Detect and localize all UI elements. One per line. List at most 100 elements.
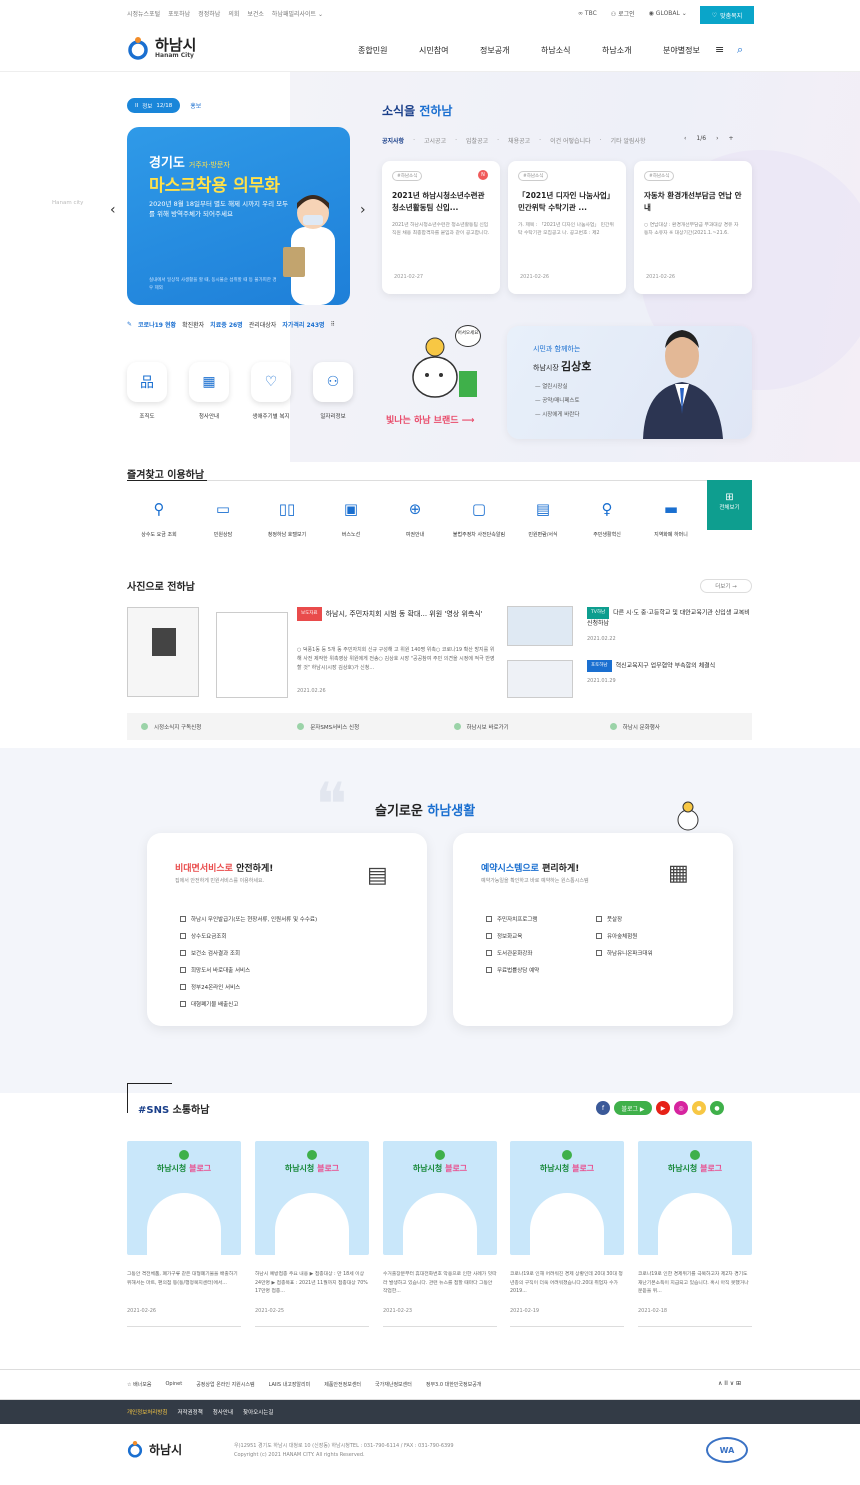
tbc-link[interactable]: ∞ TBC [578, 10, 597, 17]
util-link[interactable]: 정정하남 [198, 9, 220, 18]
reserve-item[interactable]: 도서관문화강좌 [486, 949, 539, 957]
view-all-button[interactable]: ⊞ 전체보기 [707, 480, 752, 530]
menu-item[interactable]: 하남소식 [541, 45, 602, 56]
tab-other[interactable]: 기타 알림사항 [611, 136, 646, 145]
tab-recruit[interactable]: 채용공고 [508, 136, 530, 145]
sns-post[interactable]: 하남시청 블로그 하남시 예방접종 주요 내용 ▶ 접종대상 : 만 18세 이… [255, 1141, 369, 1327]
map-pin-icon[interactable]: ● [710, 1101, 724, 1115]
service-item[interactable]: 보건소 검사결과 조회 [180, 949, 317, 957]
banner-link[interactable]: Opinet [165, 1381, 182, 1388]
search-icon[interactable]: ⌕ [737, 43, 743, 57]
grid-icon[interactable]: ⠿ [331, 321, 335, 328]
sns-post[interactable]: 하남시청 블로그 코로나19로 인한 경제위기를 극복하고자 제2차 경기도 재… [638, 1141, 752, 1327]
photo-thumb-main[interactable] [127, 607, 199, 697]
web-accessibility-mark[interactable]: WA [706, 1437, 748, 1463]
mayor-link[interactable]: — 시장에게 바란다 [535, 410, 580, 418]
util-link[interactable]: 포토하남 [168, 9, 190, 18]
banner-link[interactable]: 정부3.0 대한민국정보공개 [426, 1381, 482, 1388]
more-button[interactable]: 더보기 → [700, 579, 752, 593]
banner-pill[interactable]: II 정보 12/18 [127, 98, 181, 113]
reserve-item[interactable]: 풋살장 [596, 915, 653, 923]
directions-link[interactable]: 찾아오시는길 [243, 1408, 273, 1416]
mayor-card[interactable]: 시민과 함께하는 하남시장 김상호 — 열린시장실 — 공약/매니페스토 — 시… [507, 326, 752, 439]
service-item[interactable]: 하남시 무인발급기(또는 현장서류, 인원서류 및 수수료) [180, 915, 317, 923]
banner-link[interactable]: 공정상업 온라인 지원시스템 [196, 1381, 254, 1388]
privacy-link[interactable]: 개인정보처리방침 [127, 1408, 167, 1416]
fav-item[interactable]: ▬ 지역화폐 하머니 [639, 500, 703, 539]
fav-item[interactable]: ⚲ 상수도 요금 조회 [127, 500, 191, 539]
link-culture[interactable]: 하남시 문화행사 [596, 713, 752, 740]
quick-item-office[interactable]: ▦ 청사안내 [182, 362, 236, 420]
service-item[interactable]: 희망도서 바로대출 서비스 [180, 966, 317, 974]
chevron-left-icon[interactable]: ‹ [684, 135, 686, 142]
menu-item[interactable]: 하남소개 [602, 45, 663, 56]
tab-announce[interactable]: 고시공고 [424, 136, 446, 145]
reserve-item[interactable]: 유아숲체험원 [596, 932, 653, 940]
photo-s1-title[interactable]: TV하남 다른 시·도 중·고등학교 및 대안교육기관 신입생 교복비 신청하남 [587, 607, 757, 629]
covid-status[interactable]: ✎ 코로나19 현황 확진환자 치료중 26명 관리대상자 자가격리 243명 … [127, 320, 335, 329]
fav-item[interactable]: ▭ 민원상담 [191, 500, 255, 539]
fav-item[interactable]: ⊕ 여권안내 [383, 500, 447, 539]
service-item[interactable]: 상수도요금조회 [180, 932, 317, 940]
mayor-link[interactable]: — 공약/매니페스토 [535, 396, 580, 404]
login-link[interactable]: ⚇ 로그인 [611, 9, 635, 18]
news-card[interactable]: #하남소식 「2021년 디자인 나눔사업」 민간위탁 수탁기관 ... 가. … [508, 161, 626, 294]
service-item[interactable]: 대형폐기물 배출신고 [180, 1000, 317, 1008]
reserve-item[interactable]: 주민자치프로그램 [486, 915, 539, 923]
brand-link[interactable]: 빛나는 하남 브랜드 ⟶ [386, 413, 475, 426]
photo-main-title[interactable]: 보도자료 하남시, 주민자치회 시범 동 확대... 위원 '영상 위촉식' [297, 607, 497, 621]
custom-welfare-button[interactable]: ♡ 맞춤복지 [700, 6, 754, 24]
site-logo[interactable]: 하남시 Hanam City [127, 36, 196, 60]
banner-next-icon[interactable]: › [360, 202, 366, 218]
menu-item[interactable]: 시민참여 [419, 45, 480, 56]
util-link[interactable]: 의회 [228, 9, 239, 18]
quick-item-org[interactable]: 品 조직도 [120, 362, 174, 420]
copyright-link[interactable]: 저작권정책 [177, 1408, 202, 1416]
office-link[interactable]: 청사안내 [213, 1408, 233, 1416]
reserve-item[interactable]: 무료법률상담 예약 [486, 966, 539, 974]
chevron-right-icon[interactable]: › [716, 135, 718, 142]
menu-item[interactable]: 정보공개 [480, 45, 541, 56]
service-item[interactable]: 정부24온라인 서비스 [180, 983, 317, 991]
quick-item-welfare[interactable]: ♡ 생애주기별 복지 [244, 362, 298, 420]
main-banner[interactable]: 경기도 거주자·방문자 마스크착용 의무화 2020년 8월 18일부터 별도 해… [127, 127, 350, 305]
pause-icon[interactable]: II [135, 103, 138, 109]
banner-controls[interactable]: ∧ II ∨ ⊞ [718, 1380, 741, 1387]
photo-s2-title[interactable]: 포토하남 혁신교육지구 업무협약 부속합의 체결식 [587, 660, 757, 672]
plus-icon[interactable]: + [728, 135, 733, 142]
menu-item[interactable]: 종합민원 [358, 45, 419, 56]
photo-thumb-s2[interactable] [507, 660, 573, 698]
banner-link[interactable]: LAIIS 내고장알리미 [269, 1381, 311, 1388]
link-subscribe[interactable]: 시정소식지 구독신청 [127, 713, 283, 740]
kakao-icon[interactable]: ● [692, 1101, 706, 1115]
news-card[interactable]: #하남소식 N 2021년 하남시청소년수련관 청소년활동팀 신입... 202… [382, 161, 500, 294]
sns-post[interactable]: 하남시청 블로그 코로나19로 인해 어려워진 경제 상황인데 20대 30대 … [510, 1141, 624, 1327]
fav-item[interactable]: ▤ 민원편람/서식 [511, 500, 575, 539]
banner-prev-icon[interactable]: ‹ [110, 202, 116, 218]
promo-tab[interactable]: 홍보 [190, 101, 201, 110]
photo-thumb-document[interactable] [216, 612, 288, 698]
util-link[interactable]: 보건소 [247, 9, 264, 18]
tab-notice[interactable]: 공지사항 [382, 136, 404, 145]
fav-item[interactable]: ♀ 주민생활혁신 [575, 500, 639, 539]
family-site-dropdown[interactable]: 하남패밀리사이트 ⌄ [272, 9, 323, 18]
fav-item[interactable]: ▢ 불법주정차 사전단속알림 [447, 500, 511, 539]
link-gazette[interactable]: 하남시보 바로가기 [440, 713, 596, 740]
reserve-item[interactable]: 하남유니온파크대워 [596, 949, 653, 957]
global-dropdown[interactable]: ◉ GLOBAL ⌄ [649, 10, 687, 17]
youtube-icon[interactable]: ▶ [656, 1101, 670, 1115]
quick-item-jobs[interactable]: ⚇ 일자리정보 [306, 362, 360, 420]
reserve-item[interactable]: 정보화교육 [486, 932, 539, 940]
banner-collection[interactable]: ☆ 배너모음 [127, 1381, 151, 1388]
banner-link[interactable]: 제품안전정보센터 [324, 1381, 361, 1388]
tab-suggest[interactable]: 이건 어떻습니다 [550, 136, 591, 145]
fav-item[interactable]: ▣ 버스노선 [319, 500, 383, 539]
blog-button[interactable]: 블로그 ▶ [614, 1101, 652, 1115]
sns-post[interactable]: 하남시청 블로그 수거출장분부터 휴대전화번호 악용으로 인한 사례가 잇따라 … [383, 1141, 497, 1327]
instagram-icon[interactable]: ◎ [674, 1101, 688, 1115]
hamburger-menu-icon[interactable]: ≡ [715, 43, 724, 56]
link-sms[interactable]: 문자SMS서비스 신청 [283, 713, 439, 740]
fav-item[interactable]: ▯▯ 청정하남 호텔보기 [255, 500, 319, 539]
facebook-icon[interactable]: f [596, 1101, 610, 1115]
tab-bid[interactable]: 입찰공고 [466, 136, 488, 145]
